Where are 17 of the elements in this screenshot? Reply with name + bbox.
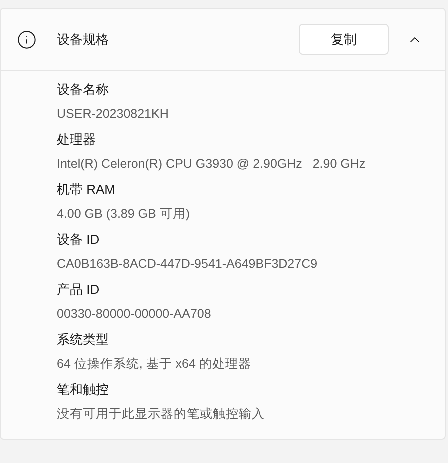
spec-label: 设备 ID: [57, 231, 100, 249]
spec-value: CA0B163B-8ACD-447D-9541-A649BF3D27C9: [57, 256, 318, 273]
spec-value: 00330-80000-00000-AA708: [57, 306, 212, 323]
spec-value: Intel(R) Celeron(R) CPU G3930 @ 2.90GHz 2.90 GHz: [57, 156, 366, 173]
spec-value: 没有可用于此显示器的笔或触控输入: [57, 406, 265, 423]
spec-label: 机带 RAM: [57, 181, 116, 199]
section-title: 设备规格: [57, 30, 110, 49]
spec-label: 笔和触控: [57, 381, 109, 399]
spec-label: 系统类型: [57, 331, 109, 349]
spec-label: 产品 ID: [57, 281, 100, 299]
spec-value: 4.00 GB (3.89 GB 可用): [57, 206, 190, 223]
spec-label: 处理器: [57, 131, 96, 149]
spec-value: 64 位操作系统, 基于 x64 的处理器: [57, 356, 252, 373]
spec-value: USER-20230821KH: [57, 106, 169, 123]
spec-label: 设备名称: [57, 81, 109, 99]
info-icon: [17, 30, 37, 50]
copy-button[interactable]: 复制: [299, 24, 389, 55]
